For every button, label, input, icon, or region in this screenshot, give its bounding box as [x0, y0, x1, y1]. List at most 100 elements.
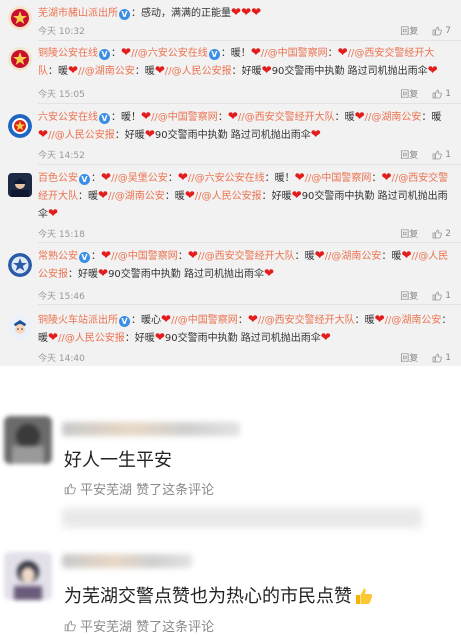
officer-avatar-icon[interactable] — [8, 173, 32, 197]
mention-link[interactable]: //@中国警察网 — [111, 251, 178, 262]
heart-icon: ❤ — [261, 63, 272, 77]
comment-fragment: ：暖 — [164, 191, 185, 202]
like-button[interactable]: 1 — [432, 150, 451, 160]
nickname-link[interactable]: 铜陵火车站派出所 — [38, 315, 118, 326]
verified-icon: V — [119, 9, 130, 20]
mention-link[interactable]: //@六安公安在线 — [188, 173, 265, 184]
reply-button[interactable]: 回复 — [400, 148, 418, 161]
liked-by-author: 平安芜湖 赞了这条评论 — [64, 479, 214, 498]
comment-actions: 回复 2 — [400, 227, 451, 241]
reply-button[interactable]: 回复 — [400, 24, 418, 37]
thumbs-up-emoji-icon — [352, 586, 374, 607]
comment-fragment: ： — [177, 251, 188, 262]
weibo-comment: 铜陵火车站派出所 V ：暖心❤//@中国警察网：❤//@西安交警经开大队：暖❤//@… — [0, 305, 461, 366]
reply-button[interactable]: 回复 — [400, 227, 418, 240]
heart-icon: ❤ — [161, 312, 172, 326]
comment-fragment: 90交警雨中执勤 路过司机抛出雨伞 — [108, 269, 264, 280]
comment-fragment: ： — [91, 251, 101, 262]
like-count: 7 — [445, 25, 451, 36]
comment-time: 今天 14:52 — [38, 151, 85, 161]
reply-button[interactable]: 回复 — [400, 289, 418, 302]
comment-time: 今天 15:46 — [38, 292, 85, 302]
comment-fragment: ：好暖 — [261, 191, 292, 202]
wechat-comment-panel: 好人一生平安 平安芜湖 赞了这条评论 为芜湖交警点赞也为热心的市民点赞 平安芜湖… — [0, 366, 461, 637]
heart-icon: ❤ — [187, 248, 198, 262]
mention-link[interactable]: //@湖南公安 — [325, 251, 382, 262]
comment-fragment: ：暖 — [381, 251, 402, 262]
comment-fragment: ：暖 — [294, 251, 315, 262]
avatar[interactable] — [4, 416, 52, 464]
comment-fragment: 暖心 — [141, 315, 161, 326]
nickname-link[interactable]: 常熟公安 — [38, 251, 78, 262]
mention-link[interactable]: //@中国警察网 — [261, 48, 328, 59]
police-badge-icon[interactable] — [8, 6, 32, 30]
comment-time: 今天 10:32 — [38, 27, 85, 37]
nickname-link[interactable]: 铜陵公安在线 — [38, 48, 98, 59]
mention-link[interactable]: //@中国警察网 — [305, 173, 372, 184]
mention-link[interactable]: //@人民公安报 — [165, 66, 232, 77]
comment-fragment: ： — [91, 173, 101, 184]
avatar[interactable] — [4, 552, 52, 600]
weibo-comment: 六安公安在线 V ：暖！❤//@中国警察网：❤//@西安交警经开大队：暖❤//@湖南… — [0, 104, 461, 164]
mention-link[interactable]: //@中国警察网 — [171, 315, 238, 326]
heart-icon: ❤ — [98, 266, 109, 280]
heart-icon: ❤ — [98, 188, 109, 202]
mention-link[interactable]: //@人民公安报 — [58, 333, 125, 344]
nickname-link[interactable]: 芜湖市赭山派出所 — [38, 8, 118, 19]
mention-link[interactable]: //@人民公安报 — [195, 191, 262, 202]
mention-link[interactable]: //@西安交警经开大队 — [198, 251, 295, 262]
comment-fragment: ：暖 — [78, 191, 98, 202]
comment-fragment: ：好暖 — [68, 269, 98, 280]
police-badge-icon[interactable] — [8, 114, 32, 138]
heart-icon: ❤ — [121, 45, 132, 59]
reply-button[interactable]: 回复 — [400, 351, 418, 364]
mention-link[interactable]: //@中国警察网 — [151, 112, 218, 123]
like-thumb-icon — [432, 89, 443, 98]
like-count: 1 — [445, 88, 451, 99]
comment-fragment: ： — [217, 112, 228, 123]
comment-fragment: ：感动，满满的正能量 — [131, 8, 231, 19]
like-button[interactable]: 7 — [432, 26, 451, 36]
mention-link[interactable]: //@吴堡公安 — [111, 173, 168, 184]
mention-link[interactable]: //@西安交警经开大队 — [258, 315, 355, 326]
nickname-link[interactable]: 百色公安 — [38, 173, 78, 184]
mention-link[interactable]: //@六安公安在线 — [131, 48, 208, 59]
reply-button[interactable]: 回复 — [400, 87, 418, 100]
like-button[interactable]: 2 — [432, 229, 451, 239]
mention-link[interactable]: //@人民公安报 — [48, 130, 115, 141]
comment-fragment: 90交警雨中执勤 路过司机抛出雨伞 — [154, 130, 311, 141]
blurred-row — [62, 508, 422, 528]
heart-icon: ❤ — [310, 127, 321, 141]
mention-link[interactable]: //@西安交警经开大队 — [238, 112, 335, 123]
comment-text: 为芜湖交警点赞也为热心的市民点赞 — [64, 582, 374, 608]
mention-link[interactable]: //@湖南公安 — [108, 191, 165, 202]
like-button[interactable]: 1 — [432, 353, 451, 363]
liked-by-text: 平安芜湖 赞了这条评论 — [80, 620, 215, 635]
comment-text: 百色公安 V ：❤//@吴堡公安：❤//@六安公安在线：暖！❤//@中国警察网：❤/… — [38, 169, 453, 223]
heart-icon: ❤ — [374, 312, 385, 326]
heart-icon: ❤ — [291, 188, 302, 202]
comment-text: 六安公安在线 V ：暖！❤//@中国警察网：❤//@西安交警经开大队：暖❤//@湖南… — [38, 108, 453, 144]
like-button[interactable]: 1 — [432, 89, 451, 99]
police-badge-icon[interactable] — [8, 47, 32, 71]
like-button[interactable]: 1 — [432, 291, 451, 301]
comment-fragment: ：暖 — [134, 66, 155, 77]
comment-text: 常熟公安 V ：❤//@中国警察网：❤//@西安交警经开大队：暖❤//@湖南公安：暖… — [38, 247, 453, 283]
heart-icon: ❤ — [337, 45, 348, 59]
mention-link[interactable]: //@湖南公安 — [78, 66, 135, 77]
verified-icon: V — [79, 252, 90, 263]
police-badge-icon[interactable] — [8, 253, 32, 277]
nickname-link[interactable]: 六安公安在线 — [38, 112, 98, 123]
heart-icon: ❤ — [154, 330, 165, 344]
mention-link[interactable]: //@湖南公安 — [385, 315, 442, 326]
comment-fragment: ： — [131, 315, 141, 326]
comment-actions: 回复 1 — [400, 289, 451, 303]
police-cartoon-avatar-icon[interactable] — [8, 315, 32, 339]
weibo-comment: 铜陵公安在线 V ：❤//@六安公安在线 V ：暖！❤//@中国警察网：❤//@西安交警… — [0, 41, 461, 103]
verified-icon: V — [208, 49, 220, 60]
mention-link[interactable]: //@湖南公安 — [365, 112, 422, 123]
comment-fragment: ：暖！ — [111, 112, 141, 123]
heart-icon: ❤ — [101, 170, 112, 184]
comment-text: 芜湖市赭山派出所 V ：感动，满满的正能量❤❤❤ — [38, 4, 453, 22]
like-thumb-icon — [432, 26, 443, 35]
